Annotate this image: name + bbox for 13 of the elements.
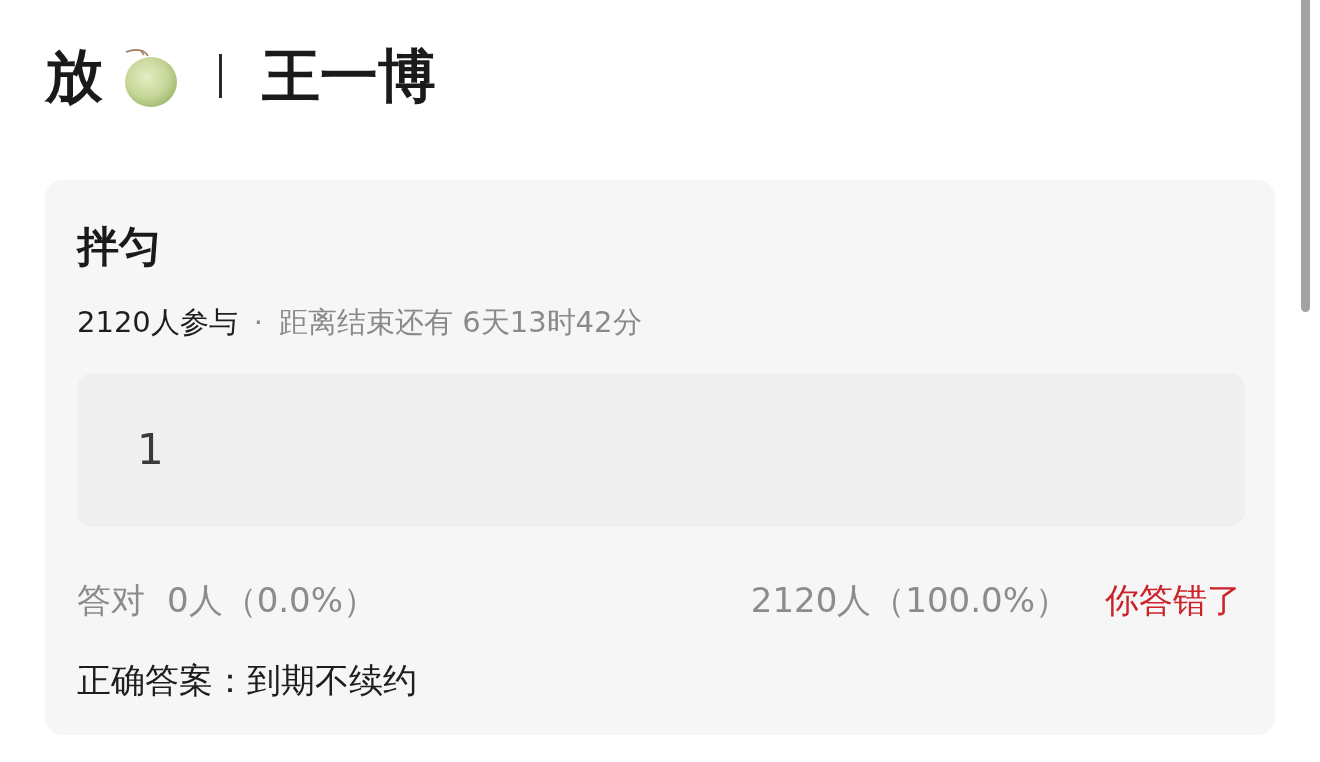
quiz-title: 拌匀 <box>77 222 162 272</box>
solution-text: 正确答案：到期不续约 <box>77 659 418 701</box>
scrollbar[interactable] <box>1301 0 1310 312</box>
answer-text: 1 <box>137 425 164 475</box>
participant-count: 2120人参与 <box>77 304 238 340</box>
correct-label: 答对 <box>77 579 145 621</box>
wrong-count: 2120人（100.0%） <box>750 579 1069 621</box>
countdown-text: 距离结束还有 6天13时42分 <box>279 304 642 340</box>
result-text: 你答错了 <box>1105 579 1241 621</box>
correct-count: 0人（0.0%） <box>167 579 377 621</box>
title-text: 王一博 <box>262 41 436 112</box>
title-text: 放 <box>45 41 103 112</box>
separator-dot: · <box>253 304 264 340</box>
